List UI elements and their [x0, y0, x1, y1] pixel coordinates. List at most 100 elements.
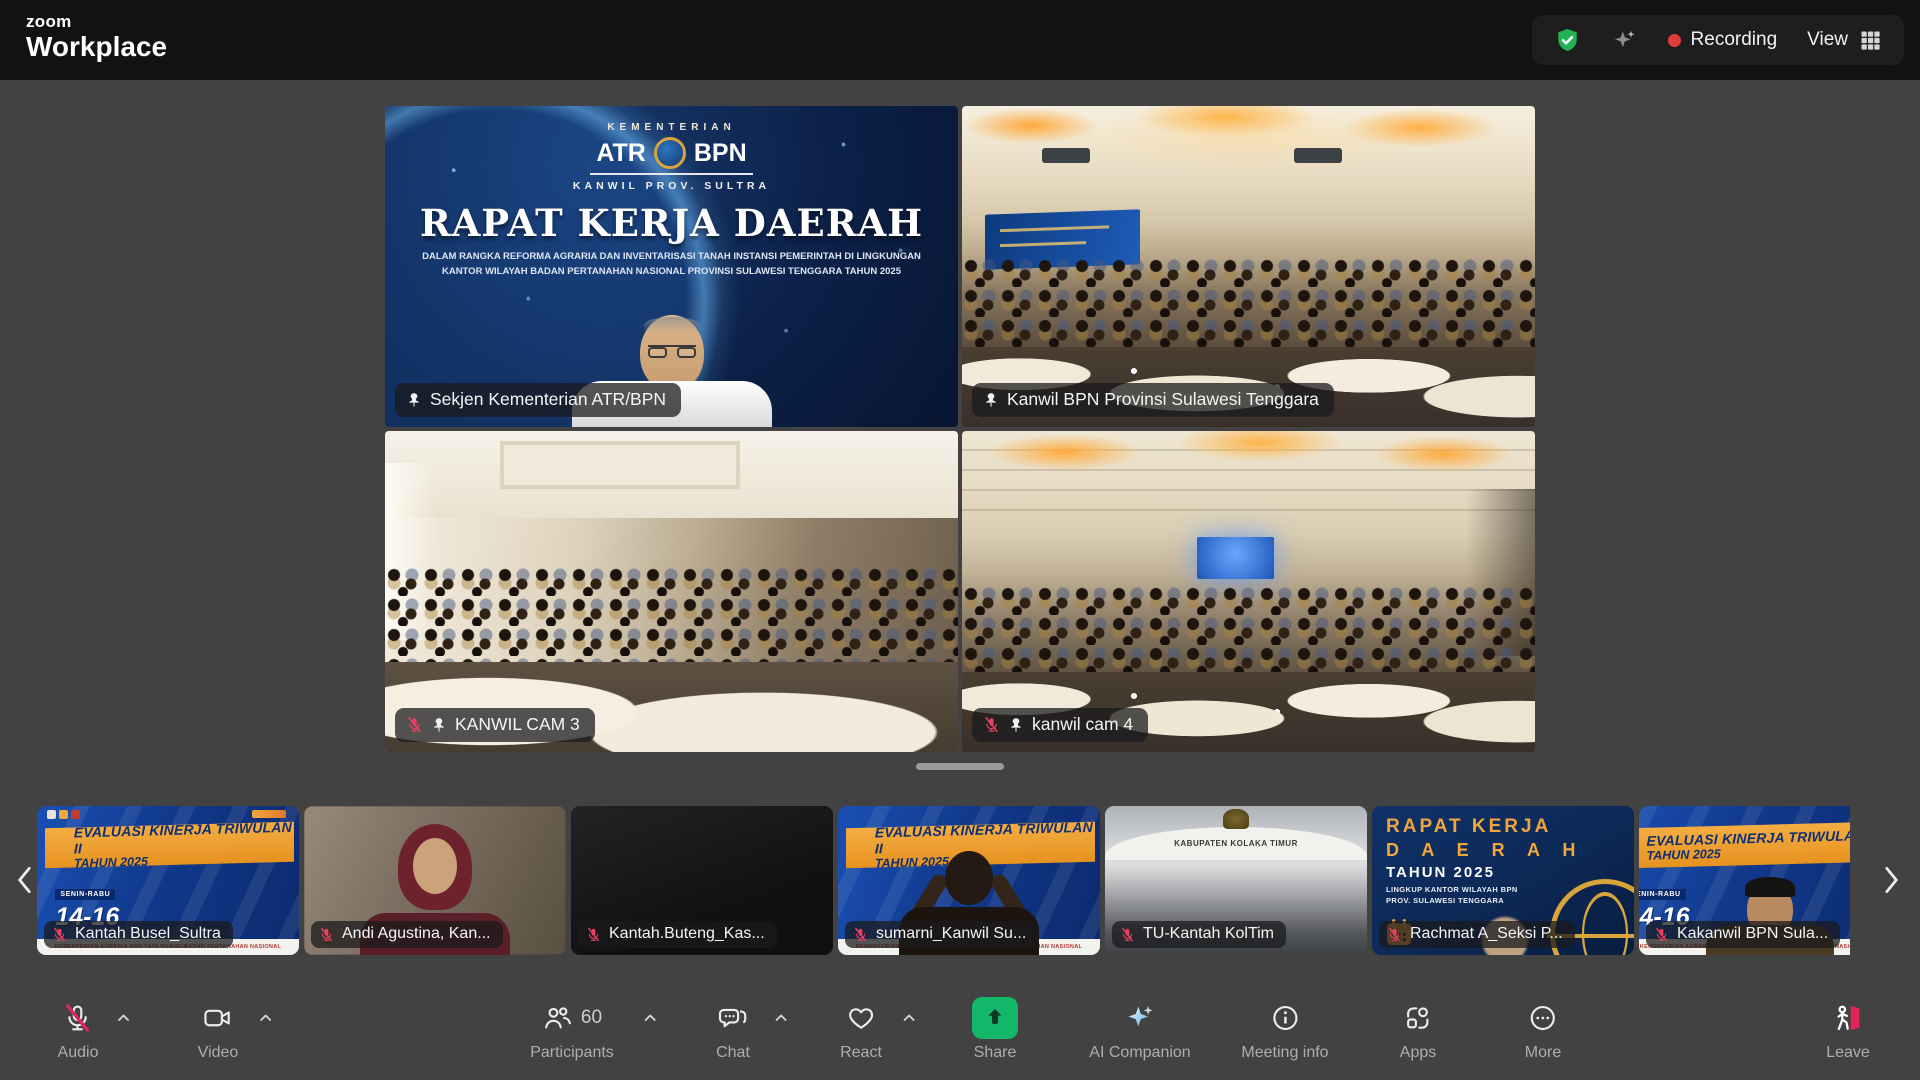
more-ellipsis-icon — [1528, 1003, 1558, 1033]
kolaka-wall-text: KABUPATEN KOLAKA TIMUR — [1174, 839, 1298, 848]
leave-label: Leave — [1826, 1044, 1870, 1062]
ai-companion-sparkle-icon[interactable] — [1611, 27, 1638, 54]
recording-dot-icon — [1668, 34, 1681, 47]
audio-button[interactable]: Audio — [58, 997, 99, 1062]
zoom-workplace-logo: zoom Workplace — [26, 13, 167, 61]
video-tile-kanwil-bpn[interactable]: Kanwil BPN Provinsi Sulawesi Tenggara — [962, 106, 1535, 427]
room-video — [385, 431, 958, 752]
topbar-status-cluster: Recording View — [1532, 15, 1904, 65]
participant-name: TU-Kantah KolTim — [1143, 925, 1274, 943]
react-button[interactable]: React — [840, 997, 882, 1062]
brand-zoom: zoom — [26, 13, 167, 30]
participant-name-tag: Rachmat A_Seksi P... — [1379, 921, 1575, 948]
slide-org-text: KANWIL PROV. SULTRA — [385, 180, 958, 192]
security-shield-icon[interactable] — [1554, 27, 1581, 54]
video-tile-sekjen[interactable]: KEMENTERIAN ATR BPN KANWIL PROV. SULTRA … — [385, 106, 958, 427]
leave-door-icon — [1832, 1002, 1864, 1034]
more-label: More — [1525, 1044, 1561, 1062]
chat-icon — [718, 1003, 748, 1033]
meeting-info-label: Meeting info — [1241, 1044, 1328, 1062]
share-button[interactable]: Share — [972, 997, 1018, 1062]
chevron-left-icon — [12, 863, 38, 897]
participants-button[interactable]: 60 Participants — [530, 997, 614, 1062]
ai-companion-label: AI Companion — [1089, 1044, 1190, 1062]
filmstrip-tile[interactable]: KABUPATEN KOLAKA TIMUR TU-Kantah KolTim — [1105, 806, 1367, 955]
view-button[interactable]: View — [1807, 29, 1882, 52]
participants-label: Participants — [530, 1044, 614, 1062]
participant-name-tag: Kantah.Buteng_Kas... — [578, 921, 777, 948]
audio-label: Audio — [58, 1044, 99, 1062]
more-button[interactable]: More — [1525, 997, 1561, 1062]
video-gallery: KEMENTERIAN ATR BPN KANWIL PROV. SULTRA … — [385, 106, 1535, 752]
participant-name-tag: kanwil cam 4 — [972, 708, 1148, 742]
muted-mic-icon — [319, 927, 334, 942]
muted-mic-icon — [63, 1003, 93, 1033]
evaluasi-day: SENIN-RABU — [55, 889, 115, 900]
participant-name: Kakanwil BPN Sula... — [1677, 925, 1828, 943]
ai-companion-button[interactable]: AI Companion — [1089, 997, 1190, 1062]
slide-subtitle: DALAM RANGKA REFORMA AGRARIA DAN INVENTA… — [385, 250, 958, 279]
participant-name-tag: Sekjen Kementerian ATR/BPN — [395, 383, 681, 417]
chat-button[interactable]: Chat — [716, 997, 750, 1062]
speaker-glasses — [648, 345, 696, 357]
participant-name: Sekjen Kementerian ATR/BPN — [430, 389, 666, 410]
video-tile-kanwil-cam4[interactable]: kanwil cam 4 — [962, 431, 1535, 752]
slide-ministry-text: KEMENTERIAN — [385, 122, 958, 133]
muted-mic-icon — [52, 927, 67, 942]
filmstrip-tile[interactable]: Kantah.Buteng_Kas... — [571, 806, 833, 955]
participant-name-tag: TU-Kantah KolTim — [1112, 921, 1286, 948]
logo-bpn-text: BPN — [694, 139, 747, 168]
share-screen-icon — [972, 997, 1018, 1039]
participant-name: kanwil cam 4 — [1032, 714, 1133, 735]
filmstrip-tile[interactable]: EVALUASI KINERJA TRIWULAN IITAHUN 2025 K… — [838, 806, 1100, 955]
brand-workplace: Workplace — [26, 33, 167, 61]
leave-button[interactable]: Leave — [1826, 997, 1870, 1062]
participant-name: sumarni_Kanwil Su... — [876, 925, 1026, 943]
react-options-chevron[interactable] — [901, 1010, 917, 1026]
pin-icon — [406, 392, 422, 408]
filmstrip-tile[interactable]: Andi Agustina, Kan... — [304, 806, 566, 955]
video-label: Video — [198, 1044, 239, 1062]
recording-indicator[interactable]: Recording — [1668, 29, 1778, 51]
muted-mic-icon — [1120, 927, 1135, 942]
audio-options-chevron[interactable] — [116, 1010, 132, 1026]
garuda-emblem — [1223, 809, 1249, 829]
participant-name: Kantah.Buteng_Kas... — [609, 925, 765, 943]
muted-mic-icon — [983, 716, 1000, 733]
evaluasi-day: SENIN-RABU — [1639, 889, 1686, 900]
apps-button[interactable]: Apps — [1400, 997, 1436, 1062]
rakerda-title1: RAPAT KERJA — [1386, 816, 1634, 838]
gallery-resize-handle[interactable] — [916, 763, 1004, 770]
chat-label: Chat — [716, 1044, 750, 1062]
filmstrip-next-button[interactable] — [1874, 858, 1908, 902]
logo-globe-icon — [654, 137, 686, 169]
view-label: View — [1807, 29, 1848, 51]
room-video — [962, 106, 1535, 427]
pin-icon — [431, 717, 447, 733]
participant-name: Rachmat A_Seksi P... — [1410, 925, 1563, 943]
filmstrip-tile[interactable]: EVALUASI KINERJA TRIWULAN IITAHUN 2025 S… — [1639, 806, 1850, 955]
presentation-slide: KEMENTERIAN ATR BPN KANWIL PROV. SULTRA … — [385, 106, 958, 427]
slide-subtitle-line2: KANTOR WILAYAH BADAN PERTANAHAN NASIONAL… — [385, 265, 958, 280]
share-label: Share — [974, 1044, 1017, 1062]
apps-icon — [1403, 1003, 1433, 1033]
room-video — [962, 431, 1535, 752]
video-button[interactable]: Video — [198, 997, 239, 1062]
video-options-chevron[interactable] — [258, 1010, 274, 1026]
participant-name-tag: Kantah Busel_Sultra — [44, 921, 233, 948]
gallery-grid-icon — [1859, 29, 1882, 52]
recording-label: Recording — [1691, 29, 1778, 51]
top-bar: zoom Workplace Recording View — [0, 0, 1920, 80]
chat-options-chevron[interactable] — [773, 1010, 789, 1026]
slide-subtitle-line1: DALAM RANGKA REFORMA AGRARIA DAN INVENTA… — [385, 250, 958, 265]
participant-name: Kanwil BPN Provinsi Sulawesi Tenggara — [1007, 389, 1319, 410]
participants-options-chevron[interactable] — [642, 1010, 658, 1026]
muted-mic-icon — [406, 716, 423, 733]
filmstrip-tile[interactable]: RAPAT KERJA D A E R A H TAHUN 2025 LINGK… — [1372, 806, 1634, 955]
video-tile-kanwil-cam3[interactable]: KANWIL CAM 3 — [385, 431, 958, 752]
meeting-info-button[interactable]: Meeting info — [1241, 997, 1328, 1062]
chevron-right-icon — [1878, 863, 1904, 897]
filmstrip-tile[interactable]: EVALUASI KINERJA TRIWULAN IITAHUN 2025 S… — [37, 806, 299, 955]
participant-name-tag: Andi Agustina, Kan... — [311, 921, 503, 948]
muted-mic-icon — [853, 927, 868, 942]
